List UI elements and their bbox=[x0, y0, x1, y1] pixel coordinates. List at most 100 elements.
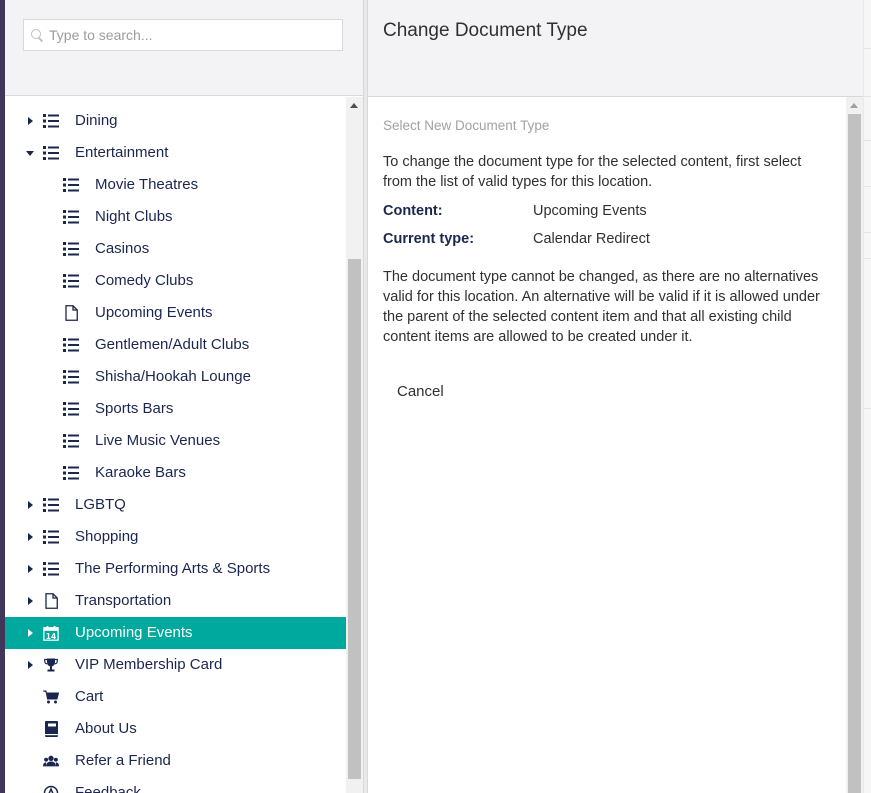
tree-item-label: Sports Bars bbox=[95, 400, 174, 417]
tree-item-karaoke-bars[interactable]: Karaoke Bars bbox=[5, 457, 346, 489]
tree-item-label: Movie Theatres bbox=[95, 176, 199, 193]
cart-icon bbox=[43, 689, 59, 705]
dialog-title: Change Document Type bbox=[383, 20, 588, 41]
tree-item-lgbtq[interactable]: LGBTQ bbox=[5, 489, 346, 521]
background-panel-edge bbox=[863, 0, 871, 793]
tree-item-label: Refer a Friend bbox=[75, 752, 171, 769]
tree-item-shopping[interactable]: Shopping bbox=[5, 521, 346, 553]
scroll-up-arrow-icon[interactable] bbox=[850, 103, 858, 108]
tree-item-casinos[interactable]: Casinos bbox=[5, 233, 346, 265]
tree-scrollbar[interactable] bbox=[346, 97, 363, 793]
tree-item-label: Feedback bbox=[75, 784, 141, 793]
list-icon bbox=[63, 369, 79, 385]
tree-item-gentlemen-adult-clubs[interactable]: Gentlemen/Adult Clubs bbox=[5, 329, 346, 361]
svg-text:14: 14 bbox=[46, 631, 57, 640]
caret-down-icon[interactable] bbox=[25, 148, 35, 158]
tree-item-cart[interactable]: Cart bbox=[5, 681, 346, 713]
tree-item-label: Comedy Clubs bbox=[95, 272, 194, 289]
content-value: Upcoming Events bbox=[533, 203, 647, 219]
change-document-type-dialog: Change Document Type Select New Document… bbox=[368, 0, 863, 793]
tree-item-label: Cart bbox=[75, 688, 104, 705]
tree-item-label: Casinos bbox=[95, 240, 150, 257]
tree-item-refer-a-friend[interactable]: Refer a Friend bbox=[5, 745, 346, 777]
tree-item-feedback[interactable]: Feedback bbox=[5, 777, 346, 793]
tree-item-sports-bars[interactable]: Sports Bars bbox=[5, 393, 346, 425]
trophy-icon bbox=[43, 657, 59, 673]
tree-search-area bbox=[5, 0, 363, 96]
tree-item-label: Transportation bbox=[75, 592, 172, 609]
tree-item-label: The Performing Arts & Sports bbox=[75, 560, 271, 577]
caret-right-icon[interactable] bbox=[25, 596, 35, 606]
current-type-key: Current type: bbox=[383, 231, 475, 247]
tree-item-the-performing-arts-sports[interactable]: The Performing Arts & Sports bbox=[5, 553, 346, 585]
tree-item-shisha-hookah-lounge[interactable]: Shisha/Hookah Lounge bbox=[5, 361, 346, 393]
tree-item-label: Live Music Venues bbox=[95, 432, 221, 449]
calendar-icon: 14 bbox=[43, 625, 59, 641]
tree-item-dining[interactable]: Dining bbox=[5, 105, 346, 137]
content-tree-panel: Dining Entertainment Movie Theatres Night C… bbox=[5, 0, 363, 793]
tree-item-label: About Us bbox=[75, 720, 137, 737]
tree-item-vip-membership-card[interactable]: VIP Membership Card bbox=[5, 649, 346, 681]
tree-item-label: Entertainment bbox=[75, 144, 169, 161]
tree-item-label: Upcoming Events bbox=[95, 304, 213, 321]
cancel-button[interactable]: Cancel bbox=[383, 377, 458, 406]
tree-item-about-us[interactable]: About Us bbox=[5, 713, 346, 745]
current-type-row: Current type: Calendar Redirect bbox=[383, 231, 833, 251]
tree-item-label: Dining bbox=[75, 112, 118, 129]
tree-item-label: Karaoke Bars bbox=[95, 464, 186, 481]
caret-right-icon[interactable] bbox=[25, 564, 35, 574]
tree-item-label: VIP Membership Card bbox=[75, 656, 223, 673]
list-icon bbox=[63, 337, 79, 353]
tree-item-upcoming-events[interactable]: 14 Upcoming Events bbox=[5, 617, 346, 649]
search-input[interactable] bbox=[49, 27, 329, 43]
book-icon bbox=[43, 721, 59, 737]
users-icon bbox=[43, 753, 59, 769]
content-key: Content: bbox=[383, 203, 443, 219]
caret-right-icon[interactable] bbox=[25, 500, 35, 510]
dialog-scrollbar[interactable] bbox=[846, 97, 863, 793]
feedback-icon bbox=[43, 785, 59, 793]
caret-right-icon[interactable] bbox=[25, 628, 35, 638]
search-box[interactable] bbox=[23, 19, 343, 51]
tree-item-live-music-venues[interactable]: Live Music Venues bbox=[5, 425, 346, 457]
notice-text: The document type cannot be changed, as … bbox=[383, 269, 820, 345]
section-label: Select New Document Type bbox=[383, 118, 550, 133]
tree-item-transportation[interactable]: Transportation bbox=[5, 585, 346, 617]
list-icon bbox=[63, 241, 79, 257]
intro-text: To change the document type for the sele… bbox=[383, 154, 802, 190]
tree-list: Dining Entertainment Movie Theatres Night C… bbox=[5, 105, 346, 793]
tree-item-label: LGBTQ bbox=[75, 496, 126, 513]
tree-item-label: Night Clubs bbox=[95, 208, 173, 225]
tree-item-label: Shopping bbox=[75, 528, 139, 545]
caret-right-icon[interactable] bbox=[25, 116, 35, 126]
list-icon bbox=[63, 465, 79, 481]
list-icon bbox=[43, 529, 59, 545]
caret-right-icon[interactable] bbox=[25, 532, 35, 542]
tree-scrollbar-thumb[interactable] bbox=[348, 259, 361, 779]
list-icon bbox=[63, 177, 79, 193]
tree-item-movie-theatres[interactable]: Movie Theatres bbox=[5, 169, 346, 201]
caret-right-icon[interactable] bbox=[25, 660, 35, 670]
tree-item-label: Shisha/Hookah Lounge bbox=[95, 368, 251, 385]
list-icon bbox=[63, 433, 79, 449]
document-icon bbox=[63, 305, 79, 321]
document-icon bbox=[43, 593, 59, 609]
content-tree: Dining Entertainment Movie Theatres Night C… bbox=[5, 97, 363, 793]
current-type-value: Calendar Redirect bbox=[533, 231, 650, 247]
dialog-scrollbar-thumb[interactable] bbox=[848, 114, 861, 793]
scroll-up-arrow-icon[interactable] bbox=[350, 103, 358, 108]
list-icon bbox=[43, 113, 59, 129]
list-icon bbox=[63, 209, 79, 225]
tree-item-night-clubs[interactable]: Night Clubs bbox=[5, 201, 346, 233]
list-icon bbox=[63, 401, 79, 417]
tree-item-entertainment[interactable]: Entertainment bbox=[5, 137, 346, 169]
list-icon bbox=[63, 273, 79, 289]
search-icon bbox=[30, 28, 44, 42]
tree-item-upcoming-events[interactable]: Upcoming Events bbox=[5, 297, 346, 329]
content-row: Content: Upcoming Events bbox=[383, 203, 833, 223]
tree-item-label: Upcoming Events bbox=[75, 624, 193, 641]
tree-item-comedy-clubs[interactable]: Comedy Clubs bbox=[5, 265, 346, 297]
tree-item-label: Gentlemen/Adult Clubs bbox=[95, 336, 250, 353]
dialog-header: Change Document Type bbox=[368, 0, 863, 97]
list-icon bbox=[43, 497, 59, 513]
